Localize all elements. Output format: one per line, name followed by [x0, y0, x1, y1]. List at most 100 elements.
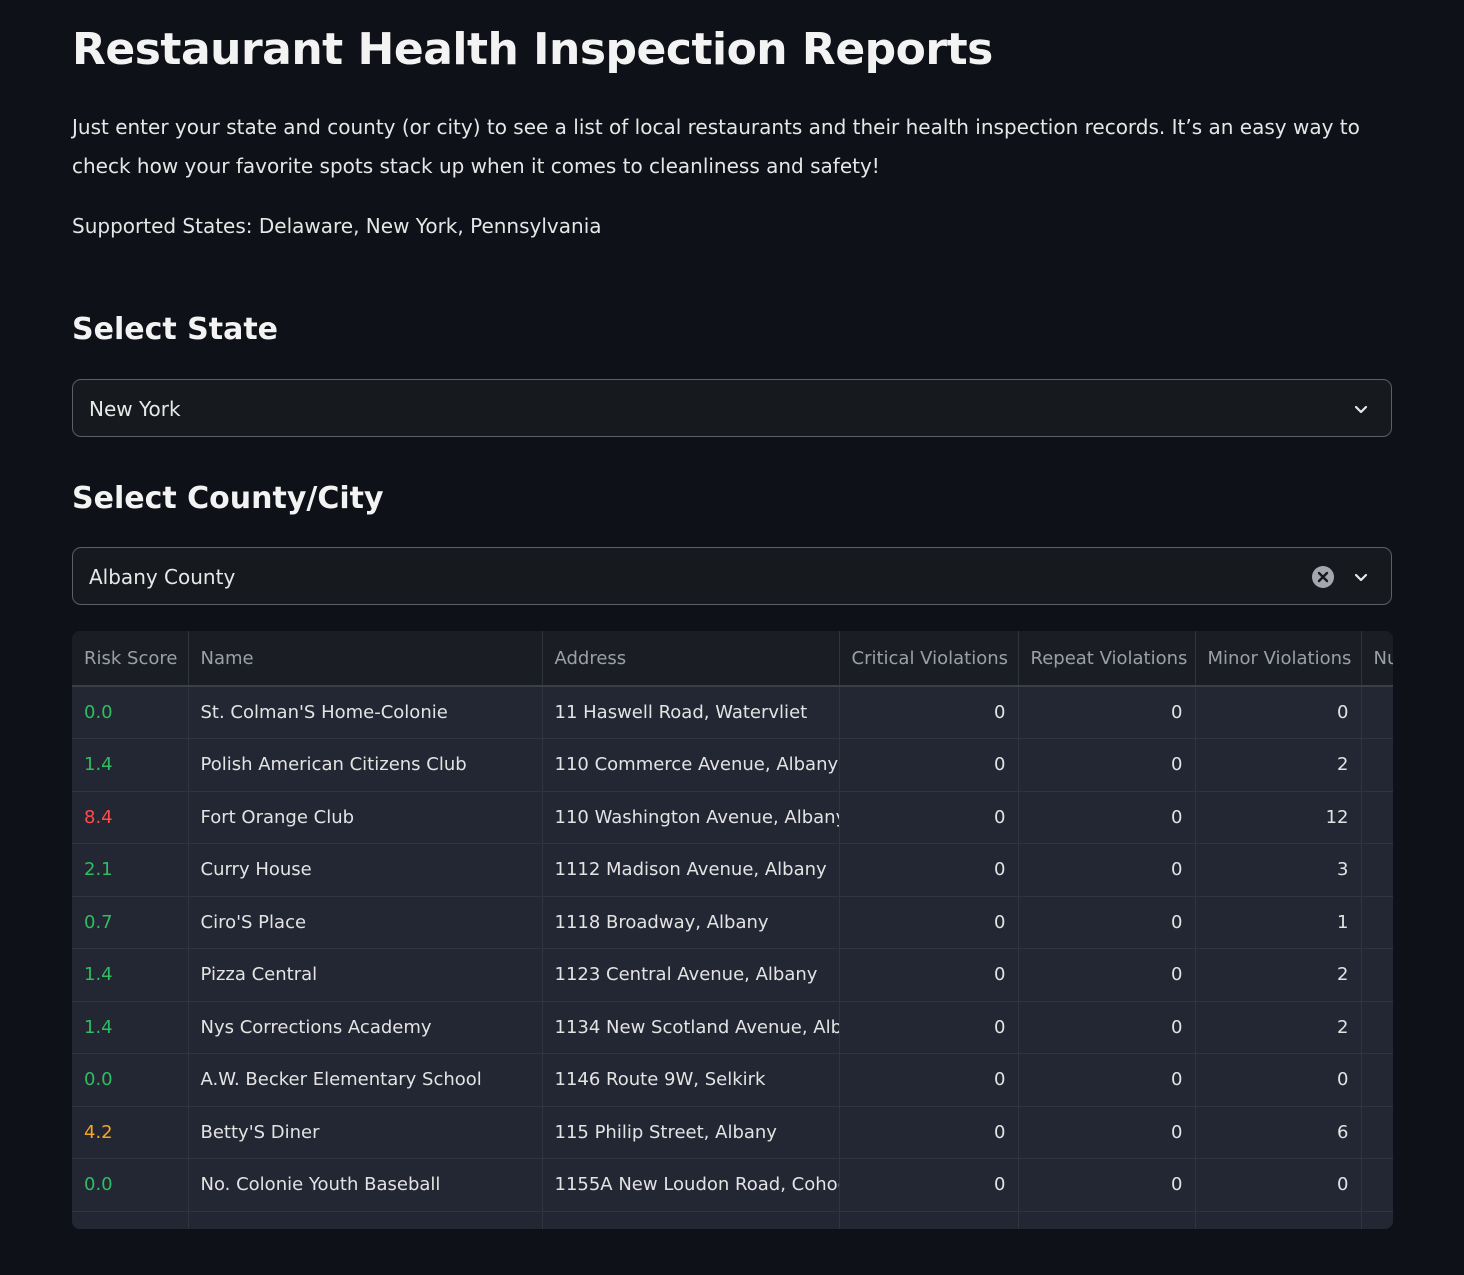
name-cell[interactable]: Polish American Citizens Club: [188, 738, 543, 792]
nu-cell[interactable]: [1361, 686, 1393, 739]
name-cell[interactable]: [188, 1211, 543, 1229]
risk-score-cell[interactable]: 0.0: [72, 686, 189, 739]
name-cell[interactable]: St. Colman'S Home-Colonie: [188, 686, 543, 739]
table-row[interactable]: 1.4 Polish American Citizens Club 110 Co…: [72, 738, 1393, 792]
name-cell[interactable]: Ciro'S Place: [188, 896, 543, 949]
name-cell[interactable]: No. Colonie Youth Baseball: [188, 1158, 543, 1212]
nu-cell[interactable]: [1361, 1001, 1393, 1054]
address-cell[interactable]: 110 Washington Avenue, Albany: [542, 791, 840, 844]
address-cell[interactable]: 1134 New Scotland Avenue, Alba: [542, 1001, 840, 1054]
repeat-violations-cell[interactable]: 0: [1018, 843, 1196, 897]
address-cell[interactable]: 1112 Madison Avenue, Albany: [542, 843, 840, 897]
minor-violations-cell[interactable]: 0: [1195, 686, 1362, 739]
risk-score-cell[interactable]: 0.0: [72, 1158, 189, 1212]
name-cell[interactable]: Fort Orange Club: [188, 791, 543, 844]
critical-violations-cell[interactable]: 0: [839, 896, 1019, 949]
address-cell[interactable]: 1123 Central Avenue, Albany: [542, 948, 840, 1002]
address-cell[interactable]: 1118 Broadway, Albany: [542, 896, 840, 949]
table-row[interactable]: 8.4 Fort Orange Club 110 Washington Aven…: [72, 791, 1393, 844]
critical-violations-cell[interactable]: 0: [839, 738, 1019, 792]
minor-violations-cell[interactable]: [1195, 1211, 1362, 1229]
table-row[interactable]: 2.1 Curry House 1112 Madison Avenue, Alb…: [72, 843, 1393, 897]
nu-cell[interactable]: [1361, 948, 1393, 1002]
risk-score-cell[interactable]: 0.0: [72, 1053, 189, 1107]
nu-cell[interactable]: [1361, 738, 1393, 792]
chevron-down-icon[interactable]: [1353, 569, 1369, 585]
nu-cell[interactable]: [1361, 843, 1393, 897]
risk-score-cell[interactable]: 1.4: [72, 1001, 189, 1054]
inspection-table[interactable]: Risk Score Name Address Critical Violati…: [72, 631, 1393, 1229]
repeat-violations-cell[interactable]: 0: [1018, 948, 1196, 1002]
critical-violations-cell[interactable]: 0: [839, 1001, 1019, 1054]
risk-score-cell[interactable]: 0.7: [72, 896, 189, 949]
repeat-violations-cell[interactable]: 0: [1018, 1106, 1196, 1159]
table-row[interactable]: 1.4 Nys Corrections Academy 1134 New Sco…: [72, 1001, 1393, 1054]
repeat-violations-cell[interactable]: 0: [1018, 896, 1196, 949]
critical-violations-cell[interactable]: 0: [839, 843, 1019, 897]
repeat-violations-cell[interactable]: [1018, 1211, 1196, 1229]
address-cell[interactable]: 115 Philip Street, Albany: [542, 1106, 840, 1159]
name-cell[interactable]: Betty'S Diner: [188, 1106, 543, 1159]
repeat-violations-cell[interactable]: 0: [1018, 1001, 1196, 1054]
nu-cell[interactable]: [1361, 896, 1393, 949]
nu-cell[interactable]: [1361, 791, 1393, 844]
county-select[interactable]: Albany County: [72, 547, 1392, 605]
table-row[interactable]: 1.4 Pizza Central 1123 Central Avenue, A…: [72, 948, 1393, 1002]
column-header-minor-violations[interactable]: Minor Violations: [1195, 631, 1362, 687]
address-cell[interactable]: 1155A New Loudon Road, Cohoe: [542, 1158, 840, 1212]
critical-violations-cell[interactable]: 0: [839, 1158, 1019, 1212]
critical-violations-cell[interactable]: 0: [839, 791, 1019, 844]
nu-cell[interactable]: [1361, 1211, 1393, 1229]
minor-violations-cell[interactable]: 6: [1195, 1106, 1362, 1159]
risk-score-cell[interactable]: [72, 1211, 189, 1229]
minor-violations-cell[interactable]: 0: [1195, 1053, 1362, 1107]
address-cell[interactable]: 11 Haswell Road, Watervliet: [542, 686, 840, 739]
minor-violations-cell[interactable]: 2: [1195, 1001, 1362, 1054]
critical-violations-cell[interactable]: [839, 1211, 1019, 1229]
table-row[interactable]: 0.7 Ciro'S Place 1118 Broadway, Albany 0…: [72, 896, 1393, 949]
risk-score-cell[interactable]: 1.4: [72, 738, 189, 792]
critical-violations-cell[interactable]: 0: [839, 1053, 1019, 1107]
repeat-violations-cell[interactable]: 0: [1018, 1158, 1196, 1212]
minor-violations-cell[interactable]: 2: [1195, 738, 1362, 792]
name-cell[interactable]: Nys Corrections Academy: [188, 1001, 543, 1054]
repeat-violations-cell[interactable]: 0: [1018, 1053, 1196, 1107]
table-row[interactable]: 0.0 A.W. Becker Elementary School 1146 R…: [72, 1053, 1393, 1107]
chevron-down-icon[interactable]: [1353, 401, 1369, 417]
nu-cell[interactable]: [1361, 1106, 1393, 1159]
address-cell[interactable]: 1146 Route 9W, Selkirk: [542, 1053, 840, 1107]
minor-violations-cell[interactable]: 12: [1195, 791, 1362, 844]
repeat-violations-cell[interactable]: 0: [1018, 791, 1196, 844]
risk-score-cell[interactable]: 4.2: [72, 1106, 189, 1159]
name-cell[interactable]: Pizza Central: [188, 948, 543, 1002]
state-select[interactable]: New York: [72, 379, 1392, 437]
name-cell[interactable]: Curry House: [188, 843, 543, 897]
column-header-risk-score[interactable]: Risk Score: [72, 631, 189, 687]
column-header-address[interactable]: Address: [542, 631, 840, 687]
column-header-repeat-violations[interactable]: Repeat Violations: [1018, 631, 1196, 687]
critical-violations-cell[interactable]: 0: [839, 948, 1019, 1002]
minor-violations-cell[interactable]: 1: [1195, 896, 1362, 949]
critical-violations-cell[interactable]: 0: [839, 1106, 1019, 1159]
table-row[interactable]: 0.0 St. Colman'S Home-Colonie 11 Haswell…: [72, 686, 1393, 739]
minor-violations-cell[interactable]: 2: [1195, 948, 1362, 1002]
critical-violations-cell[interactable]: 0: [839, 686, 1019, 739]
nu-cell[interactable]: [1361, 1053, 1393, 1107]
clear-icon[interactable]: [1311, 565, 1335, 589]
nu-cell[interactable]: [1361, 1158, 1393, 1212]
column-header-critical-violations[interactable]: Critical Violations: [839, 631, 1019, 687]
minor-violations-cell[interactable]: 3: [1195, 843, 1362, 897]
risk-score-cell[interactable]: 2.1: [72, 843, 189, 897]
repeat-violations-cell[interactable]: 0: [1018, 686, 1196, 739]
name-cell[interactable]: A.W. Becker Elementary School: [188, 1053, 543, 1107]
risk-score-cell[interactable]: 1.4: [72, 948, 189, 1002]
risk-score-cell[interactable]: 8.4: [72, 791, 189, 844]
column-header-name[interactable]: Name: [188, 631, 543, 687]
table-row[interactable]: 0.0 No. Colonie Youth Baseball 1155A New…: [72, 1158, 1393, 1212]
table-row[interactable]: [72, 1211, 1393, 1229]
repeat-violations-cell[interactable]: 0: [1018, 738, 1196, 792]
address-cell[interactable]: [542, 1211, 840, 1229]
table-row[interactable]: 4.2 Betty'S Diner 115 Philip Street, Alb…: [72, 1106, 1393, 1159]
column-header-nu[interactable]: Nu: [1361, 631, 1393, 687]
minor-violations-cell[interactable]: 0: [1195, 1158, 1362, 1212]
